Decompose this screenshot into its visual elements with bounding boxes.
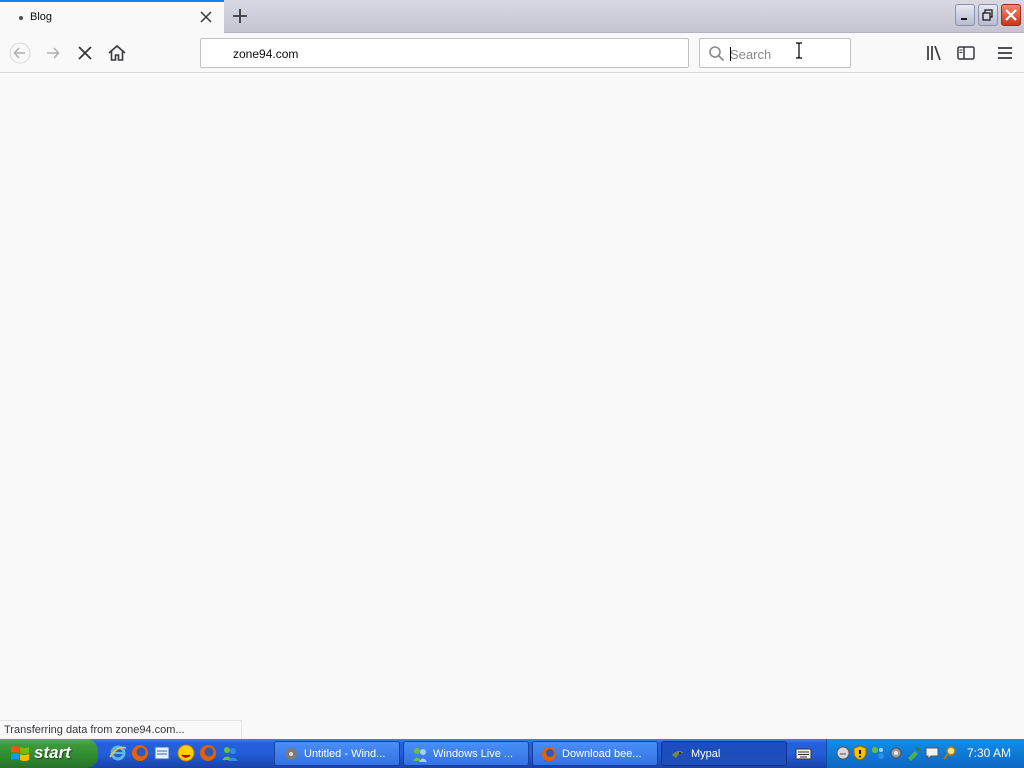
status-text: Transferring data from zone94.com... [4,724,185,736]
windows-media-icon [285,747,297,760]
taskbar-item-label: Untitled - Wind... [304,747,386,760]
page-content [0,74,1024,720]
firefox-icon[interactable] [131,744,149,762]
search-icon [709,46,725,62]
taskbar-item-windows-live[interactable]: Windows Live ... [403,741,529,766]
screen: Blog zone94.com Search Transferring data… [0,0,1024,768]
text-caret [730,47,731,61]
hamburger-menu-icon[interactable] [994,42,1016,64]
restore-icon [982,9,993,21]
keyboard-icon[interactable] [795,745,812,762]
taskbar-item-mypal[interactable]: Mypal [661,741,787,766]
settings-gear-icon[interactable] [888,745,904,761]
library-icon[interactable] [923,42,945,64]
outlook-express-icon[interactable] [153,744,171,762]
tab-strip: Blog [0,0,1024,33]
windows-live-messenger-icon[interactable] [221,744,239,762]
minimize-icon [961,18,967,20]
taskbar-item-label: Windows Live ... [433,747,514,760]
back-arrow-icon[interactable] [9,42,31,64]
system-tray: 7:30 AM [826,739,1024,768]
forward-arrow-icon[interactable] [42,42,64,64]
taskbar-item-untitled[interactable]: Untitled - Wind... [274,741,400,766]
safely-remove-hardware-icon[interactable] [906,745,922,761]
sidebar-icon[interactable] [955,42,977,64]
start-label: start [34,743,71,762]
taskbar-item-label: Mypal [691,747,721,760]
close-icon [1005,9,1017,21]
plus-icon[interactable] [230,6,250,26]
restore-button[interactable] [978,4,998,26]
loading-dot-icon [19,16,23,20]
magnifier-icon[interactable] [942,745,958,761]
window-close-button[interactable] [1001,4,1021,26]
messenger-smiley-icon[interactable] [177,744,195,762]
navigation-toolbar: zone94.com [0,33,1024,73]
windows-live-messenger-icon [413,747,427,762]
status-panel: Transferring data from zone94.com... [0,720,242,739]
home-icon[interactable] [106,42,128,64]
url-bar[interactable]: zone94.com [200,38,689,68]
tab-blog[interactable]: Blog [0,0,224,33]
minimize-button[interactable] [955,4,975,26]
close-icon[interactable] [198,9,214,25]
internet-explorer-icon[interactable] [109,744,127,762]
taskbar-item-label: Download bee... [562,747,642,760]
mypal-icon [672,750,684,758]
network-icon[interactable] [870,745,886,761]
taskbar: start Untitled - Wind... Windows Live ..… [0,739,1024,768]
firefox-icon [542,746,556,761]
url-text[interactable]: zone94.com [233,47,298,61]
chat-bubble-icon[interactable] [924,745,940,761]
windows-flag-icon [11,746,29,761]
firefox-icon[interactable] [199,744,217,762]
search-input[interactable] [730,45,845,63]
start-button[interactable]: start [0,739,98,768]
text-cursor-icon [796,42,802,59]
security-shield-icon[interactable] [852,745,868,761]
messenger-status-icon[interactable] [835,745,851,761]
search-bar[interactable] [699,38,851,68]
stop-icon[interactable] [74,42,96,64]
taskbar-item-download[interactable]: Download bee... [532,741,658,766]
tab-title: Blog [30,11,53,23]
clock: 7:30 AM [967,746,1012,760]
